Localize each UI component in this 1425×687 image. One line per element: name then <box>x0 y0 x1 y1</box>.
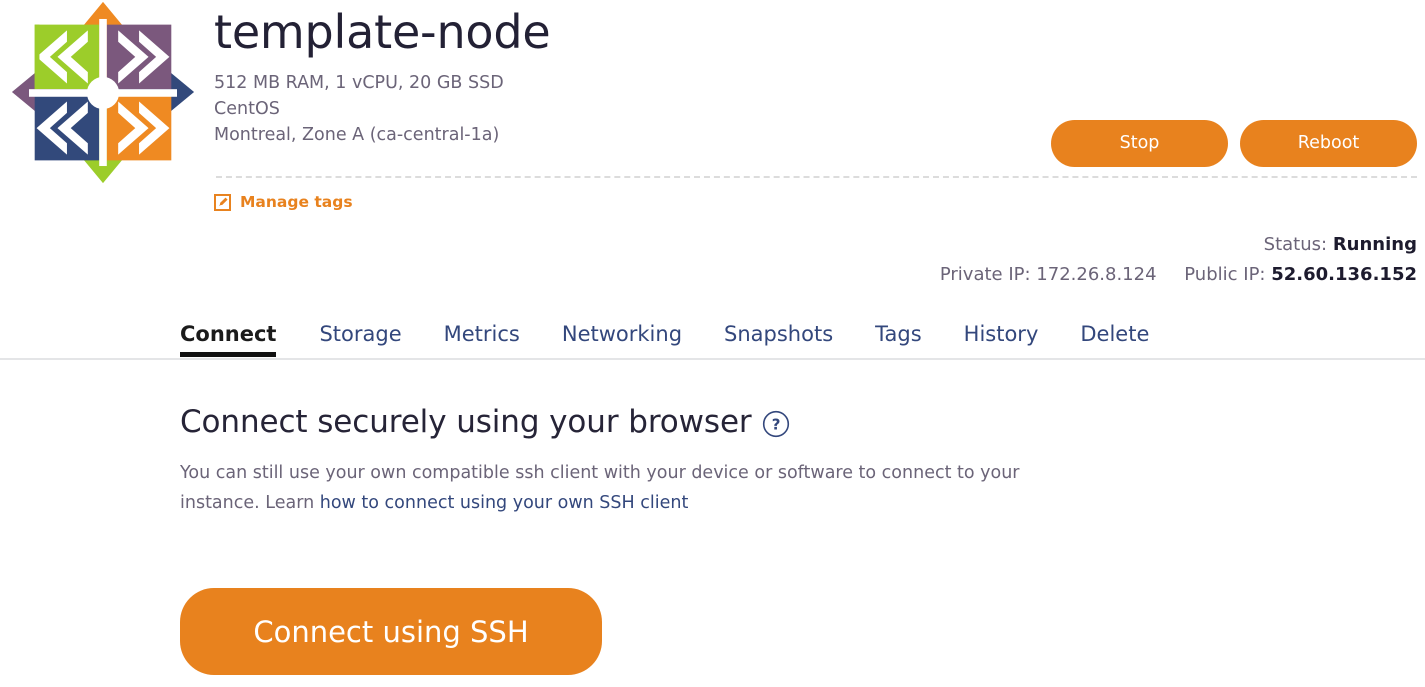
reboot-button[interactable]: Reboot <box>1240 120 1417 167</box>
tab-list: Connect Storage Metrics Networking Snaps… <box>0 312 1425 357</box>
connect-using-ssh-button[interactable]: Connect using SSH <box>180 588 602 675</box>
question-circle-icon[interactable]: ? <box>762 410 790 438</box>
manage-tags-label: Manage tags <box>240 193 353 211</box>
spec-line-hardware: 512 MB RAM, 1 vCPU, 20 GB SSD <box>214 73 504 94</box>
ip-row: Private IP: 172.26.8.124 Public IP: 52.6… <box>940 260 1417 290</box>
tab-networking[interactable]: Networking <box>541 312 703 356</box>
public-ip-group: Public IP: 52.60.136.152 <box>1184 264 1417 285</box>
instance-title-block: template-node 512 MB RAM, 1 vCPU, 20 GB … <box>214 0 551 148</box>
instance-specs: 512 MB RAM, 1 vCPU, 20 GB SSD CentOS Mon… <box>214 70 550 148</box>
tab-snapshots[interactable]: Snapshots <box>703 312 854 356</box>
edit-tag-icon <box>213 193 232 211</box>
tab-storage[interactable]: Storage <box>298 312 422 356</box>
ssh-client-help-link[interactable]: how to connect using your own SSH client <box>320 493 689 513</box>
public-ip-label: Public IP: <box>1184 264 1266 285</box>
centos-logo <box>8 0 198 185</box>
instance-status-area: Status: Running Private IP: 172.26.8.124… <box>940 230 1417 290</box>
connect-panel-heading: Connect securely using your browser ? <box>180 404 1425 440</box>
instance-action-buttons: Stop Reboot <box>1051 120 1417 167</box>
status-row: Status: Running <box>940 230 1417 260</box>
tab-connect[interactable]: Connect <box>180 312 298 357</box>
page-title: template-node <box>214 5 551 59</box>
spec-line-os: CentOS <box>214 99 280 120</box>
status-badge: Running <box>1332 234 1417 255</box>
header-divider <box>216 176 1417 178</box>
svg-text:?: ? <box>771 415 780 433</box>
manage-tags-link[interactable]: Manage tags <box>213 193 353 211</box>
tab-metrics[interactable]: Metrics <box>423 312 541 356</box>
connect-heading-text: Connect securely using your browser <box>180 404 752 440</box>
private-ip-value: 172.26.8.124 <box>1036 264 1157 285</box>
tab-bar: Connect Storage Metrics Networking Snaps… <box>0 312 1425 360</box>
stop-button[interactable]: Stop <box>1051 120 1228 167</box>
public-ip-value: 52.60.136.152 <box>1271 264 1417 285</box>
connect-panel: Connect securely using your browser ? Yo… <box>180 404 1425 675</box>
private-ip-group: Private IP: 172.26.8.124 <box>940 264 1162 285</box>
spec-line-region: Montreal, Zone A (ca-central-1a) <box>214 125 500 146</box>
private-ip-label: Private IP: <box>939 264 1031 285</box>
connect-panel-description: You can still use your own compatible ss… <box>180 458 1040 518</box>
instance-header: template-node 512 MB RAM, 1 vCPU, 20 GB … <box>0 0 1425 300</box>
tab-tags[interactable]: Tags <box>854 312 943 356</box>
tab-history[interactable]: History <box>943 312 1060 356</box>
status-label: Status: <box>1263 234 1328 255</box>
tab-delete[interactable]: Delete <box>1059 312 1170 356</box>
